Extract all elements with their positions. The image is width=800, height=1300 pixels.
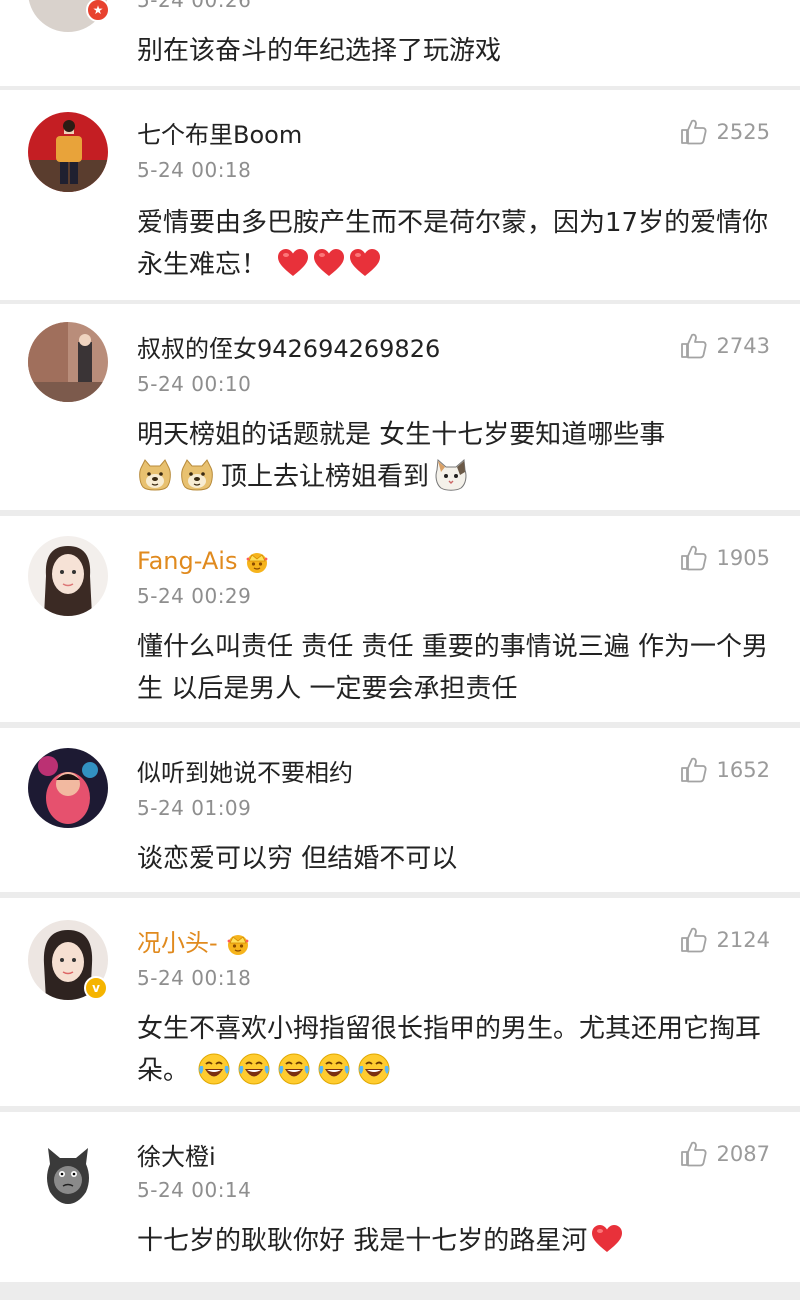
- thumbs-up-icon: [679, 926, 707, 954]
- avatar[interactable]: [28, 536, 108, 616]
- comment-card[interactable]: 徐大橙i 2087 5-24 00:14 十七岁的耿耿你好 我是十七岁的路星河: [0, 1112, 800, 1282]
- username[interactable]: 似听到她说不要相约: [137, 758, 353, 788]
- comment-card[interactable]: 七个布里Boom 2525 5-24 00:18 爱情要由多巴胺产生而不是荷尔蒙…: [0, 90, 800, 300]
- comment-time: 5-24 00:29: [137, 584, 252, 608]
- username-text: 况小头-: [137, 929, 218, 957]
- like-count: 2087: [716, 1142, 770, 1166]
- comment-card[interactable]: 似听到她说不要相约 1652 5-24 01:09 谈恋爱可以穷 但结婚不可以: [0, 728, 800, 892]
- comment-feed: ★ 5-24 00:26 别在该奋斗的年纪选择了玩游戏 七个布里Boom 252…: [0, 0, 800, 1300]
- like-button[interactable]: 1905: [679, 544, 770, 572]
- vip-crown-icon: [243, 550, 271, 574]
- red-heart-emoji: [349, 248, 381, 278]
- thumbs-up-icon: [679, 332, 707, 360]
- like-count: 1652: [716, 758, 770, 782]
- username[interactable]: 七个布里Boom: [137, 120, 302, 150]
- thumbs-up-icon: [679, 118, 707, 146]
- thumbs-up-icon: [679, 756, 707, 784]
- username[interactable]: 叔叔的侄女942694269826: [137, 334, 440, 364]
- comment-text: 女生不喜欢小拇指留很长指甲的男生。尤其还用它掏耳朵。: [137, 1008, 777, 1092]
- comment-time: 5-24 00:14: [137, 1178, 252, 1202]
- like-count: 2525: [716, 120, 770, 144]
- comment-card[interactable]: ★ 5-24 00:26 别在该奋斗的年纪选择了玩游戏: [0, 0, 800, 86]
- like-button[interactable]: 1652: [679, 756, 770, 784]
- tears-of-joy-emoji: [357, 1052, 391, 1086]
- like-button[interactable]: 2124: [679, 926, 770, 954]
- comment-time: 5-24 00:26: [137, 0, 252, 12]
- like-count: 2743: [716, 334, 770, 358]
- verified-v-badge: v: [84, 976, 108, 1000]
- cat-emoji: [433, 458, 469, 492]
- rank-badge-icon: ★: [86, 0, 110, 22]
- thumbs-up-icon: [679, 1140, 707, 1168]
- comment-text: 十七岁的耿耿你好 我是十七岁的路星河: [137, 1220, 777, 1262]
- doge-emoji: [137, 458, 173, 492]
- avatar[interactable]: [28, 748, 108, 828]
- thumbs-up-icon: [679, 544, 707, 572]
- username-text: Fang-Ais: [137, 547, 238, 575]
- username[interactable]: 徐大橙i: [137, 1142, 216, 1172]
- comment-text-body: 明天榜姐的话题就是 女生十七岁要知道哪些事: [137, 420, 666, 450]
- red-heart-emoji: [313, 248, 345, 278]
- comment-time: 5-24 01:09: [137, 796, 252, 820]
- username[interactable]: Fang-Ais: [137, 546, 271, 576]
- comment-time: 5-24 00:18: [137, 158, 252, 182]
- comment-text: 谈恋爱可以穷 但结婚不可以: [137, 844, 458, 874]
- like-button[interactable]: 2743: [679, 332, 770, 360]
- red-heart-emoji: [591, 1224, 623, 1254]
- comment-text-body: 十七岁的耿耿你好 我是十七岁的路星河: [137, 1226, 588, 1256]
- comment-text: 爱情要由多巴胺产生而不是荷尔蒙，因为17岁的爱情你永生难忘！: [137, 202, 777, 286]
- doge-emoji: [179, 458, 215, 492]
- comment-card[interactable]: v 况小头- 2124 5-24 00:18 女生不喜欢小拇指留很长指甲的男生。…: [0, 898, 800, 1106]
- comment-text-tail: 顶上去让榜姐看到: [221, 462, 430, 492]
- red-heart-emoji: [277, 248, 309, 278]
- avatar[interactable]: [28, 112, 108, 192]
- like-button[interactable]: 2087: [679, 1140, 770, 1168]
- avatar[interactable]: [28, 1134, 108, 1214]
- comment-text: 明天榜姐的话题就是 女生十七岁要知道哪些事 顶上去让榜姐看到: [137, 414, 777, 498]
- tears-of-joy-emoji: [317, 1052, 351, 1086]
- avatar[interactable]: [28, 322, 108, 402]
- vip-crown-icon: [224, 932, 252, 956]
- comment-card[interactable]: Fang-Ais 1905 5-24 00:29 懂什么叫责任 责任 责任 重要…: [0, 516, 800, 722]
- comment-time: 5-24 00:10: [137, 372, 252, 396]
- username[interactable]: 况小头-: [137, 928, 252, 958]
- tears-of-joy-emoji: [197, 1052, 231, 1086]
- comment-text-body: 爱情要由多巴胺产生而不是荷尔蒙，因为17岁的爱情你永生难忘！: [137, 208, 769, 280]
- tears-of-joy-emoji: [237, 1052, 271, 1086]
- comment-time: 5-24 00:18: [137, 966, 252, 990]
- comment-text: 懂什么叫责任 责任 责任 重要的事情说三遍 作为一个男生 以后是男人 一定要会承…: [137, 632, 769, 704]
- like-count: 1905: [716, 546, 770, 570]
- comment-text: 别在该奋斗的年纪选择了玩游戏: [137, 36, 502, 66]
- tears-of-joy-emoji: [277, 1052, 311, 1086]
- like-button[interactable]: 2525: [679, 118, 770, 146]
- comment-card[interactable]: 叔叔的侄女942694269826 2743 5-24 00:10 明天榜姐的话…: [0, 304, 800, 510]
- like-count: 2124: [716, 928, 770, 952]
